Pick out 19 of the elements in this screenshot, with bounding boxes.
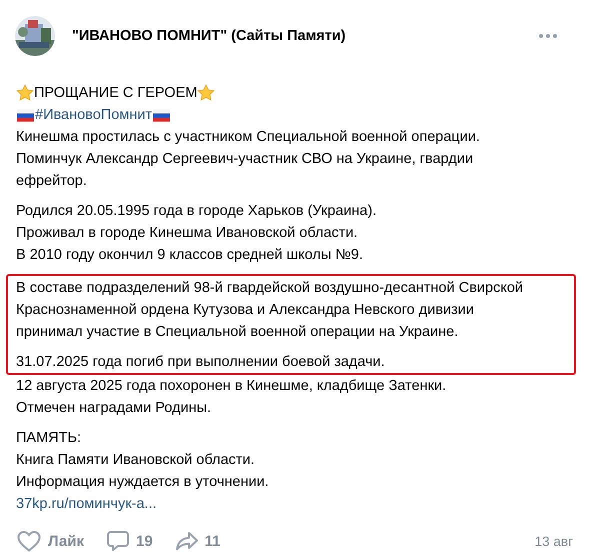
more-icon[interactable] [539, 34, 557, 38]
post-paragraph: В составе подразделений 98-й гвардейской воздушно-десантной Свирской Краснознаменной ордена Кутузова и Александра Невского дивизии принимал участие в Специальной военной операции на Украине. [16, 279, 524, 342]
share-icon [174, 529, 199, 553]
post-paragraph: ПАМЯТЬ: Книга Памяти Ивановской области. Информация нуждается в уточнении. [16, 429, 270, 492]
heart-icon [16, 529, 42, 553]
star-icon [16, 84, 34, 102]
article-link[interactable]: 37kp.ru/поминчук-а... [16, 493, 157, 515]
flag-icon [17, 108, 34, 122]
post-title: ПРОЩАНИЕ С ГЕРОЕМ [34, 84, 198, 103]
comment-icon [106, 529, 130, 553]
post-date: 13 авг [534, 534, 573, 548]
flag-icon [152, 108, 170, 122]
hashtag-link[interactable]: #ИвановоПомнит [35, 104, 152, 126]
group-name[interactable]: "ИВАНОВО ПОМНИТ" (Сайты Памяти) [72, 28, 539, 44]
post-paragraph: 12 августа 2025 года похоронен в Кинешме, кладбище Затенки. Отмечен наградами Родины. [16, 377, 448, 418]
post-paragraph: Кинешма простилась с участником Специальной военной операции. Поминчук Александр Сергеевич-участник СВО на Украине, гвардии ефрейтор. [16, 128, 481, 191]
post-paragraph: Родился 20.05.1995 года в городе Харьков (Украина). Проживал в городе Кинешма Ивановской области. В 2010 году окончил 9 классов средней школы №9. [16, 202, 378, 265]
star-icon [197, 84, 216, 102]
post-paragraph: 31.07.2025 года погиб при выполнении боевой задачи. [16, 353, 386, 372]
